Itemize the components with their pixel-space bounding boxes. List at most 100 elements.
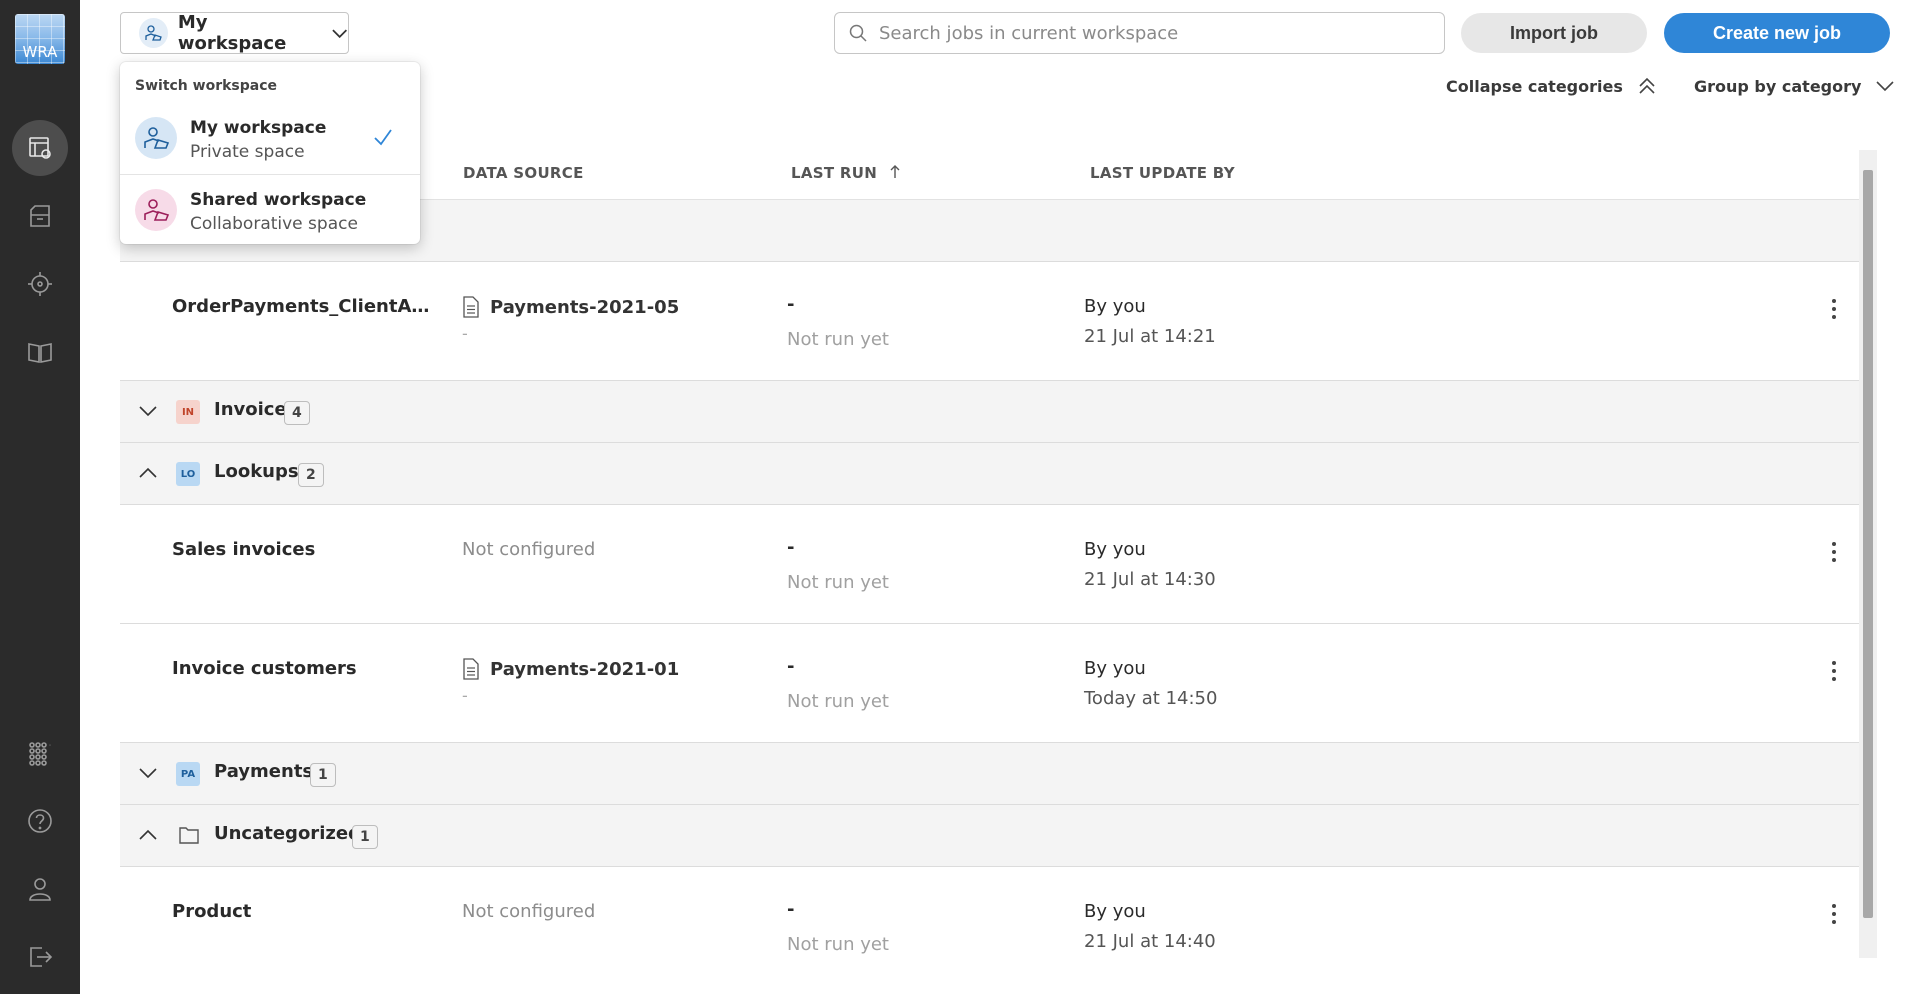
updated-at: 21 Jul at 14:40 [1084,931,1216,952]
workspace-option-sub: Private space [190,142,305,162]
import-job-button[interactable]: Import job [1461,13,1647,53]
apps-grid-icon [29,742,51,766]
column-last-run[interactable]: LAST RUN [791,164,901,182]
check-icon [374,129,392,146]
category-name: Invoice [214,399,287,420]
column-data-source[interactable]: DATA SOURCE [463,164,584,182]
category-badge: LO [176,462,200,486]
job-name[interactable]: Product [172,901,430,922]
create-job-button[interactable]: Create new job [1664,13,1890,53]
workspace-dropdown: Switch workspace My workspace Private sp… [120,62,420,244]
rail-archive-button[interactable] [12,188,68,244]
shared-workspace-icon [135,189,177,231]
table-row[interactable]: Invoice customers Payments-2021-01 - - N… [120,624,1877,743]
sort-ascending-icon [890,165,900,178]
rail-target-button[interactable] [12,256,68,312]
category-count: 1 [310,763,336,787]
last-run-status: Not run yet [787,691,889,712]
row-menu-icon[interactable] [1822,901,1846,927]
jobs-table-icon [29,137,51,159]
category-badge: IN [176,400,200,424]
updated-at: Today at 14:50 [1084,688,1218,709]
category-row-payments[interactable]: PA Payments 1 [120,743,1877,805]
file-icon [463,658,479,680]
job-name[interactable]: OrderPayments_ClientA Ori... [172,296,430,317]
data-source-sub: - [462,324,468,343]
category-row-lookups[interactable]: LO Lookups 2 [120,443,1877,505]
last-run-status: Not run yet [787,934,889,955]
updated-at: 21 Jul at 14:30 [1084,569,1216,590]
updated-by: By you [1084,296,1146,317]
table-row[interactable]: OrderPayments_ClientA Ori... Payments-20… [120,262,1877,381]
archive-icon [30,205,50,227]
last-run-status: Not run yet [787,572,889,593]
double-chevron-up-icon [1639,77,1655,94]
workspace-user-icon [139,18,168,48]
category-name: Payments [214,761,314,782]
workspace-option-shared[interactable]: Shared workspace Collaborative space [120,174,420,244]
book-icon [28,343,52,363]
last-run-value: - [787,537,795,558]
category-badge: PA [176,762,200,786]
chevron-down-icon [1876,81,1895,92]
workspace-option-my[interactable]: My workspace Private space [120,102,420,172]
group-by-dropdown[interactable]: Group by category [1694,76,1895,96]
rail-profile-button[interactable] [12,861,68,917]
category-count: 2 [298,463,324,487]
help-icon [28,809,52,833]
collapse-categories-button[interactable]: Collapse categories [1446,76,1657,96]
data-source-cell: Not configured [462,539,596,560]
row-menu-icon[interactable] [1822,539,1846,565]
file-icon [463,296,479,318]
search-input[interactable] [879,22,1419,44]
row-menu-icon[interactable] [1822,658,1846,684]
logo-text: WRA [22,43,58,61]
category-count: 4 [284,401,310,425]
category-name: Lookups [214,461,299,482]
chevron-up-icon[interactable] [138,463,158,483]
chevron-up-icon[interactable] [138,825,158,845]
search-box[interactable] [834,12,1445,54]
data-source-cell: Not configured [462,901,596,922]
chevron-down-icon[interactable] [138,763,158,783]
workspace-option-name: My workspace [190,118,327,138]
chevron-down-icon[interactable] [138,401,158,421]
last-run-status: Not run yet [787,329,889,350]
workspace-option-sub: Collaborative space [190,214,358,234]
rail-jobs-button[interactable] [12,120,68,176]
rail-help-button[interactable] [12,793,68,849]
search-icon [849,24,867,42]
table-row[interactable]: Sales invoices Not configured - Not run … [120,505,1877,624]
collapse-categories-label: Collapse categories [1446,76,1623,96]
category-name: Uncategorized [214,823,361,844]
job-name[interactable]: Sales invoices [172,539,430,560]
updated-by: By you [1084,901,1146,922]
workspace-option-name: Shared workspace [190,190,367,210]
data-source-sub: - [462,686,468,705]
updated-by: By you [1084,539,1146,560]
rail-logout-button[interactable] [12,929,68,985]
last-run-value: - [787,294,795,315]
data-source-cell: Payments-2021-05 [462,296,679,318]
workspace-switcher[interactable]: My workspace [120,12,349,54]
job-name[interactable]: Invoice customers [172,658,430,679]
folder-icon [179,827,199,844]
scrollbar[interactable] [1859,150,1877,958]
category-row-invoice[interactable]: IN Invoice 4 [120,381,1877,443]
data-source-cell: Payments-2021-01 [462,658,679,680]
column-last-update[interactable]: LAST UPDATE BY [1090,164,1235,182]
category-count: 1 [352,825,378,849]
target-icon [28,272,52,296]
chevron-down-icon [331,29,347,39]
category-row-uncategorized[interactable]: Uncategorized 1 [120,805,1877,867]
private-workspace-icon [135,117,177,159]
table-row[interactable]: Product Not configured - Not run yet By … [120,867,1877,986]
updated-by: By you [1084,658,1146,679]
row-menu-icon[interactable] [1822,296,1846,322]
rail-apps-button[interactable] [12,725,68,781]
rail-docs-button[interactable] [12,324,68,380]
dropdown-title: Switch workspace [135,78,278,94]
app-logo[interactable]: WRA [15,14,65,64]
updated-at: 21 Jul at 14:21 [1084,326,1216,347]
scrollbar-thumb[interactable] [1863,170,1873,918]
